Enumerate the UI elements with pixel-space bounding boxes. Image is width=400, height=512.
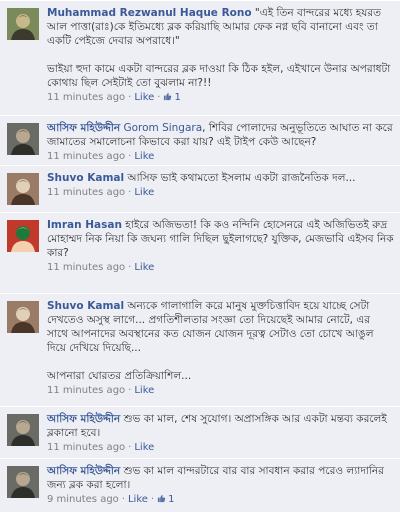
- like-link[interactable]: Like: [134, 262, 154, 273]
- comment-paragraph: আসিফ মহিউদ্দীন Gorom Singara, শিবির পোলা…: [47, 121, 394, 149]
- avatar-photo: [7, 123, 39, 155]
- comment-item: আসিফ মহিউদ্দীন শুভ কা মাল বান্দরটারে বার…: [0, 458, 400, 512]
- avatar-photo: [7, 414, 39, 446]
- comment-meta: 9 minutes ago · Like · 1: [47, 493, 394, 507]
- like-link[interactable]: Like: [134, 187, 154, 198]
- meta-separator: ·: [128, 187, 132, 198]
- meta-separator: ·: [128, 442, 132, 453]
- comment-paragraph: আসিফ মহিউদ্দীন শুভ কা মাল, শেষ সুযোগ। অপ…: [47, 412, 394, 440]
- comment-paragraph: আপনারা ঘোরতর প্রতিক্রিয়াশিল...: [47, 369, 394, 383]
- comment-item: Muhammad Rezwanul Haque Rono "এই তিন বান…: [0, 0, 400, 115]
- comment-timestamp[interactable]: 11 minutes ago: [47, 92, 125, 103]
- avatar-photo: [7, 466, 39, 498]
- thumbs-up-icon: [158, 494, 166, 503]
- comment-body: আসিফ মহিউদ্দীন Gorom Singara, শিবির পোলা…: [47, 121, 394, 164]
- comment-meta: 11 minutes ago · Like: [47, 441, 394, 455]
- avatar-photo: [7, 8, 39, 40]
- comment-text: আপনারা ঘোরতর প্রতিক্রিয়াশিল...: [47, 370, 192, 382]
- meta-separator: ·: [128, 151, 132, 162]
- avatar-photo: [7, 301, 39, 333]
- comment-text: আসিফ ভাই কথামতো ইসলাম একটা রাজনৈতিক দল..…: [127, 172, 356, 184]
- comment-timestamp[interactable]: 11 minutes ago: [47, 442, 125, 453]
- like-link[interactable]: Like: [134, 151, 154, 162]
- comment-meta: 11 minutes ago · Like: [47, 384, 394, 398]
- comment-meta: 11 minutes ago · Like: [47, 150, 394, 164]
- comment-paragraph: Muhammad Rezwanul Haque Rono "এই তিন বান…: [47, 6, 394, 48]
- like-count-link[interactable]: 1: [157, 494, 174, 505]
- comment-author-link[interactable]: Shuvo Kamal: [47, 172, 124, 184]
- comment-paragraph: Shuvo Kamal অন্যকে গালাগালি করে মানুষ মু…: [47, 299, 394, 355]
- comment-timestamp[interactable]: 9 minutes ago: [47, 494, 119, 505]
- comment-body: আসিফ মহিউদ্দীন শুভ কা মাল বান্দরটারে বার…: [47, 464, 394, 507]
- comment-author-link[interactable]: Shuvo Kamal: [47, 300, 124, 312]
- comment-item: Shuvo Kamal আসিফ ভাই কথামতো ইসলাম একটা র…: [0, 165, 400, 212]
- avatar[interactable]: [7, 123, 39, 155]
- avatar-photo: [7, 173, 39, 205]
- comment-item: আসিফ মহিউদ্দীন Gorom Singara, শিবির পোলা…: [0, 115, 400, 165]
- comment-author-link[interactable]: আসিফ মহিউদ্দীন: [47, 413, 120, 425]
- comment-author-link[interactable]: আসিফ মহিউদ্দীন: [47, 122, 120, 134]
- comment-timestamp[interactable]: 11 minutes ago: [47, 262, 125, 273]
- comment-author-link[interactable]: Muhammad Rezwanul Haque Rono: [47, 7, 252, 19]
- avatar[interactable]: [7, 466, 39, 498]
- comment-item: আসিফ মহিউদ্দীন শুভ কা মাল, শেষ সুযোগ। অপ…: [0, 406, 400, 458]
- mentioned-user-link[interactable]: Gorom Singara: [123, 122, 202, 134]
- avatar[interactable]: [7, 414, 39, 446]
- comment-body: আসিফ মহিউদ্দীন শুভ কা মাল, শেষ সুযোগ। অপ…: [47, 412, 394, 455]
- comment-text: ভাইয়া হুদা কামে একটা বান্দরের ব্লক দাওয…: [47, 63, 394, 89]
- comment-paragraph: Shuvo Kamal আসিফ ভাই কথামতো ইসলাম একটা র…: [47, 171, 394, 185]
- comment-timestamp[interactable]: 11 minutes ago: [47, 151, 125, 162]
- comment-body: Shuvo Kamal আসিফ ভাই কথামতো ইসলাম একটা র…: [47, 171, 394, 200]
- comment-paragraph: ভাইয়া হুদা কামে একটা বান্দরের ব্লক দাওয…: [47, 62, 394, 90]
- like-count: 1: [174, 92, 181, 103]
- comment-item: Imran Hasan হাইরে অজিভতা! কি কও নন্দিনি …: [0, 212, 400, 293]
- comment-meta: 11 minutes ago · Like · 1: [47, 91, 394, 105]
- like-link[interactable]: Like: [134, 442, 154, 453]
- comment-feed: Muhammad Rezwanul Haque Rono "এই তিন বান…: [0, 0, 400, 512]
- avatar[interactable]: [7, 173, 39, 205]
- comment-meta: 11 minutes ago · Like: [47, 261, 394, 275]
- avatar[interactable]: [7, 301, 39, 333]
- comment-body: Imran Hasan হাইরে অজিভতা! কি কও নন্দিনি …: [47, 218, 394, 275]
- comment-timestamp[interactable]: 11 minutes ago: [47, 187, 125, 198]
- meta-separator: ·: [128, 385, 132, 396]
- like-link[interactable]: Like: [134, 92, 154, 103]
- comment-author-link[interactable]: আসিফ মহিউদ্দীন: [47, 465, 120, 477]
- like-count: 1: [168, 494, 175, 505]
- meta-separator: ·: [128, 92, 132, 103]
- thumbs-up-icon: [164, 92, 172, 101]
- comment-meta: 11 minutes ago · Like: [47, 186, 394, 200]
- meta-separator: ·: [150, 494, 155, 505]
- meta-separator: ·: [128, 262, 132, 273]
- avatar[interactable]: [7, 220, 39, 252]
- avatar-photo: [7, 220, 39, 252]
- like-link[interactable]: Like: [134, 385, 154, 396]
- meta-separator: ·: [157, 92, 161, 103]
- like-count-link[interactable]: 1: [163, 92, 181, 103]
- comment-paragraph: Imran Hasan হাইরে অজিভতা! কি কও নন্দিনি …: [47, 218, 394, 260]
- avatar[interactable]: [7, 8, 39, 40]
- like-link[interactable]: Like: [128, 494, 148, 505]
- comment-body: Muhammad Rezwanul Haque Rono "এই তিন বান…: [47, 6, 394, 105]
- meta-separator: ·: [121, 494, 125, 505]
- comment-item: Shuvo Kamal অন্যকে গালাগালি করে মানুষ মু…: [0, 293, 400, 406]
- comment-body: Shuvo Kamal অন্যকে গালাগালি করে মানুষ মু…: [47, 299, 394, 398]
- comment-paragraph: আসিফ মহিউদ্দীন শুভ কা মাল বান্দরটারে বার…: [47, 464, 394, 492]
- comment-timestamp[interactable]: 11 minutes ago: [47, 385, 125, 396]
- comment-author-link[interactable]: Imran Hasan: [47, 219, 122, 231]
